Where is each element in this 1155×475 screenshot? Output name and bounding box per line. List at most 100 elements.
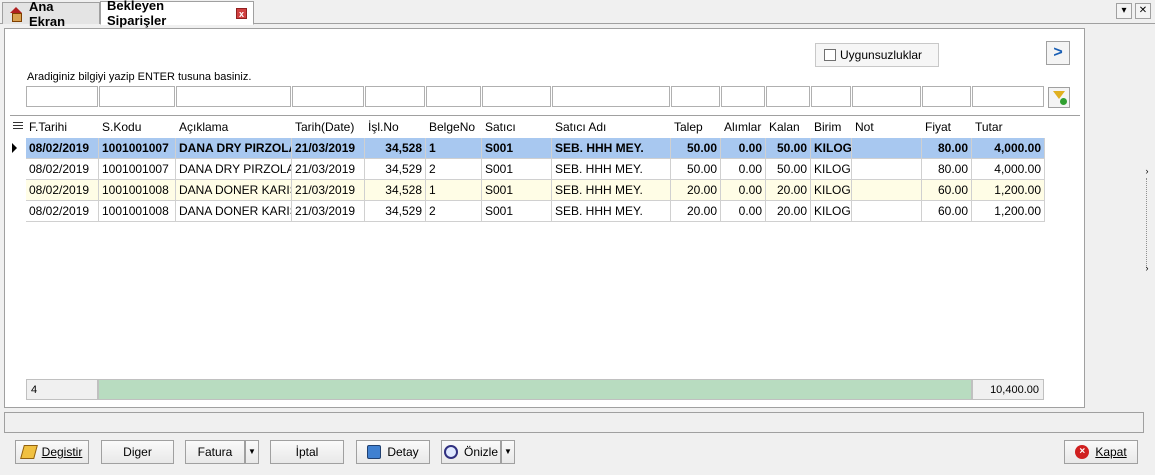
cell-tutar[interactable]: 1,200.00 <box>972 180 1045 201</box>
filter-belge-no[interactable] <box>426 86 481 107</box>
cell-belge-no[interactable]: 1 <box>426 138 482 159</box>
iptal-button[interactable]: İptal <box>270 440 344 464</box>
filter-kalan[interactable] <box>766 86 810 107</box>
cell-s-kodu[interactable]: 1001001008 <box>99 201 176 222</box>
cell-kalan[interactable]: 20.00 <box>766 201 811 222</box>
col-header-satici[interactable]: Satıcı <box>482 116 551 138</box>
cell-not[interactable] <box>852 180 922 201</box>
col-header-f-tarihi[interactable]: F.Tarihi <box>26 116 98 138</box>
filter-tarih[interactable] <box>292 86 364 107</box>
cell-s-kodu[interactable]: 1001001007 <box>99 159 176 180</box>
filter-tutar[interactable] <box>972 86 1044 107</box>
cell-not[interactable] <box>852 159 922 180</box>
onizle-button[interactable]: Önizle <box>441 440 501 464</box>
expand-right-icon[interactable]: › <box>1143 165 1151 177</box>
cell-satici-adi[interactable]: SEB. HHH MEY. <box>552 138 671 159</box>
cell-not[interactable] <box>852 201 922 222</box>
cell-alimlar[interactable]: 0.00 <box>721 180 766 201</box>
cell-aciklama[interactable]: DANA DONER KARIS <box>176 180 292 201</box>
cell-belge-no[interactable]: 2 <box>426 159 482 180</box>
cell-fiyat[interactable]: 80.00 <box>922 138 972 159</box>
cell-satici-adi[interactable]: SEB. HHH MEY. <box>552 180 671 201</box>
filter-satici[interactable] <box>482 86 551 107</box>
cell-satici[interactable]: S001 <box>482 159 552 180</box>
cell-isl-no[interactable]: 34,528 <box>365 180 426 201</box>
cell-fiyat[interactable]: 60.00 <box>922 201 972 222</box>
fatura-button[interactable]: Fatura <box>185 440 245 464</box>
cell-tutar[interactable]: 4,000.00 <box>972 159 1045 180</box>
kapat-button[interactable]: × Kapat <box>1064 440 1138 464</box>
table-row[interactable]: 08/02/2019 1001001008 DANA DONER KARIS 21/0… <box>10 180 1050 201</box>
table-row[interactable]: 08/02/2019 1001001007 DANA DRY PIRZOLA 21/0… <box>10 138 1050 159</box>
cell-isl-no[interactable]: 34,529 <box>365 159 426 180</box>
filter-f-tarihi[interactable] <box>26 86 98 107</box>
table-row[interactable]: 08/02/2019 1001001008 DANA DONER KARIS 21/0… <box>10 201 1050 222</box>
cell-birim[interactable]: KILOG <box>811 201 852 222</box>
window-dropdown-button[interactable]: ▾ <box>1116 3 1132 19</box>
col-header-s-kodu[interactable]: S.Kodu <box>99 116 175 138</box>
filter-fiyat[interactable] <box>922 86 971 107</box>
detay-button[interactable]: Detay <box>356 440 430 464</box>
cell-tarih[interactable]: 21/03/2019 <box>292 159 365 180</box>
cell-s-kodu[interactable]: 1001001007 <box>99 138 176 159</box>
close-icon[interactable]: x <box>236 7 247 19</box>
cell-f-tarihi[interactable]: 08/02/2019 <box>26 180 99 201</box>
cell-talep[interactable]: 50.00 <box>671 159 721 180</box>
cell-satici[interactable]: S001 <box>482 201 552 222</box>
cell-tarih[interactable]: 21/03/2019 <box>292 201 365 222</box>
cell-alimlar[interactable]: 0.00 <box>721 159 766 180</box>
col-header-tutar[interactable]: Tutar <box>972 116 1044 138</box>
cell-isl-no[interactable]: 34,528 <box>365 138 426 159</box>
cell-talep[interactable]: 20.00 <box>671 180 721 201</box>
cell-tarih[interactable]: 21/03/2019 <box>292 138 365 159</box>
filter-not[interactable] <box>852 86 921 107</box>
cell-isl-no[interactable]: 34,529 <box>365 201 426 222</box>
tab-ana-ekran[interactable]: Ana Ekran <box>2 0 100 29</box>
cell-alimlar[interactable]: 0.00 <box>721 201 766 222</box>
cell-birim[interactable]: KILOG <box>811 138 852 159</box>
cell-tutar[interactable]: 4,000.00 <box>972 138 1045 159</box>
onizle-dropdown-button[interactable]: ▼ <box>501 440 515 464</box>
col-header-kalan[interactable]: Kalan <box>766 116 810 138</box>
cell-aciklama[interactable]: DANA DRY PIRZOLA <box>176 159 292 180</box>
tab-bekleyen-siparisler[interactable]: Bekleyen Siparişler x <box>100 0 254 28</box>
cell-tarih[interactable]: 21/03/2019 <box>292 180 365 201</box>
cell-belge-no[interactable]: 2 <box>426 201 482 222</box>
cell-not[interactable] <box>852 138 922 159</box>
col-header-talep[interactable]: Talep <box>671 116 720 138</box>
cell-fiyat[interactable]: 80.00 <box>922 159 972 180</box>
cell-satici-adi[interactable]: SEB. HHH MEY. <box>552 159 671 180</box>
filter-s-kodu[interactable] <box>99 86 175 107</box>
col-header-aciklama[interactable]: Açıklama <box>176 116 291 138</box>
cell-belge-no[interactable]: 1 <box>426 180 482 201</box>
col-header-belge-no[interactable]: BelgeNo <box>426 116 481 138</box>
col-header-satici-adi[interactable]: Satıcı Adı <box>552 116 670 138</box>
cell-s-kodu[interactable]: 1001001008 <box>99 180 176 201</box>
col-header-not[interactable]: Not <box>852 116 921 138</box>
cell-f-tarihi[interactable]: 08/02/2019 <box>26 159 99 180</box>
fatura-dropdown-button[interactable]: ▼ <box>245 440 259 464</box>
cell-satici[interactable]: S001 <box>482 180 552 201</box>
filter-apply-button[interactable] <box>1048 87 1070 108</box>
uygunsuzluklar-checkbox[interactable]: Uygunsuzluklar <box>815 43 939 67</box>
cell-kalan[interactable]: 50.00 <box>766 159 811 180</box>
degistir-button[interactable]: Degistir <box>15 440 89 464</box>
cell-birim[interactable]: KILOG <box>811 159 852 180</box>
cell-aciklama[interactable]: DANA DRY PIRZOLA <box>176 138 292 159</box>
cell-kalan[interactable]: 50.00 <box>766 138 811 159</box>
filter-isl-no[interactable] <box>365 86 425 107</box>
next-button[interactable]: > <box>1046 41 1070 65</box>
cell-f-tarihi[interactable]: 08/02/2019 <box>26 201 99 222</box>
col-header-isl-no[interactable]: İşl.No <box>365 116 425 138</box>
cell-talep[interactable]: 50.00 <box>671 138 721 159</box>
filter-birim[interactable] <box>811 86 851 107</box>
cell-talep[interactable]: 20.00 <box>671 201 721 222</box>
cell-alimlar[interactable]: 0.00 <box>721 138 766 159</box>
col-header-alimlar[interactable]: Alımlar <box>721 116 765 138</box>
cell-tutar[interactable]: 1,200.00 <box>972 201 1045 222</box>
diger-button[interactable]: Diger <box>101 440 174 464</box>
cell-aciklama[interactable]: DANA DONER KARIS <box>176 201 292 222</box>
cell-kalan[interactable]: 20.00 <box>766 180 811 201</box>
col-header-birim[interactable]: Birim <box>811 116 851 138</box>
cell-f-tarihi[interactable]: 08/02/2019 <box>26 138 99 159</box>
